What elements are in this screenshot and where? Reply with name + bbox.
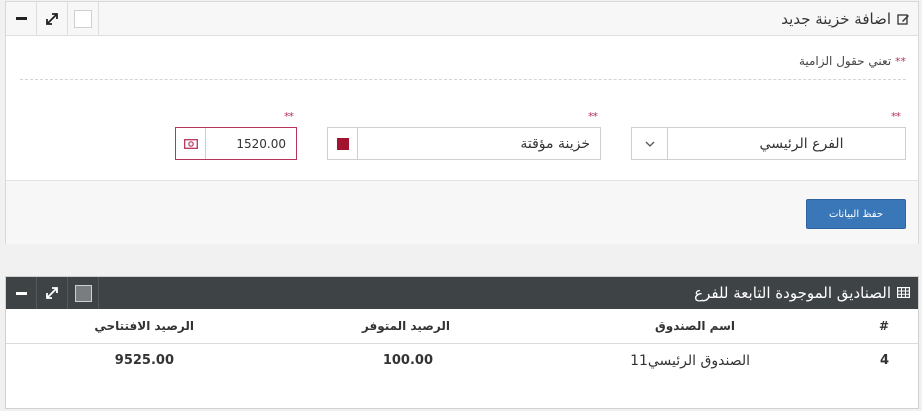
chevron-down-icon — [645, 141, 654, 147]
panel-tools — [6, 2, 99, 35]
panel-header: اضافة خزينة جديد — [6, 2, 918, 36]
divider — [20, 79, 906, 80]
treasury-type-value: خزينة مؤقتة — [520, 135, 590, 152]
table-panel-title: الصناديق الموجودة التابعة للفرع — [694, 284, 911, 302]
branch-required-marker: ** — [891, 110, 901, 123]
required-note: ** تعني حقول الزامية — [798, 54, 907, 68]
cell-box-name: الصندوق الرئيسي11 — [630, 353, 750, 369]
currency-addon — [176, 128, 206, 159]
minus-icon — [15, 291, 27, 295]
table-icon — [897, 284, 911, 302]
collapse-button[interactable] — [6, 277, 37, 309]
required-note-text: تعني حقول الزامية — [798, 54, 892, 68]
panel-tools-dark — [6, 277, 99, 310]
column-header-box-name: اسم الصندوق — [655, 319, 735, 333]
type-color-addon — [328, 128, 358, 159]
required-marker: ** — [895, 55, 907, 68]
fullscreen-button[interactable] — [37, 2, 68, 35]
fullscreen-button[interactable] — [37, 277, 68, 309]
panel-title-text: اضافة خزينة جديد — [781, 10, 891, 28]
column-header-available: الرصيد المتوفر — [361, 319, 450, 333]
panel-footer: حفظ البيانات — [6, 180, 918, 244]
column-header-opening: الرصيد الافتتاحي — [94, 319, 194, 333]
type-required-marker: ** — [588, 110, 598, 123]
branch-dropdown-toggle[interactable] — [632, 128, 668, 159]
color-toggle-button[interactable] — [68, 2, 99, 35]
add-treasury-panel: اضافة خزينة جديد ** تعني حقول الزامية **… — [5, 1, 919, 244]
panel-title: اضافة خزينة جديد — [781, 10, 910, 28]
table-header-divider — [6, 343, 918, 344]
square-icon — [74, 9, 92, 28]
edit-icon — [897, 13, 910, 26]
treasury-type-field[interactable]: خزينة مؤقتة — [327, 127, 601, 160]
color-swatch — [336, 137, 349, 150]
collapse-button[interactable] — [6, 2, 37, 35]
panel-header-dark: الصناديق الموجودة التابعة للفرع — [6, 277, 918, 309]
amount-input-value: 1520.00 — [236, 136, 286, 151]
branch-boxes-panel: الصناديق الموجودة التابعة للفرع # اسم ال… — [5, 276, 919, 409]
amount-required-marker: ** — [284, 110, 294, 123]
square-icon — [74, 284, 92, 302]
expand-icon — [46, 12, 58, 25]
branch-select[interactable]: الفرع الرئيسي — [631, 127, 906, 160]
money-icon — [183, 138, 198, 149]
cell-opening: 9525.00 — [114, 353, 174, 368]
column-header-number: # — [878, 319, 889, 333]
cell-number: 4 — [879, 353, 889, 368]
cell-available: 100.00 — [382, 353, 433, 368]
branch-select-value: الفرع الرئيسي — [759, 135, 844, 152]
color-toggle-button[interactable] — [68, 277, 99, 309]
amount-input[interactable]: 1520.00 — [175, 127, 297, 160]
minus-icon — [15, 17, 27, 20]
table-panel-title-text: الصناديق الموجودة التابعة للفرع — [694, 284, 891, 302]
expand-icon — [46, 287, 58, 299]
save-button[interactable]: حفظ البيانات — [806, 199, 906, 229]
